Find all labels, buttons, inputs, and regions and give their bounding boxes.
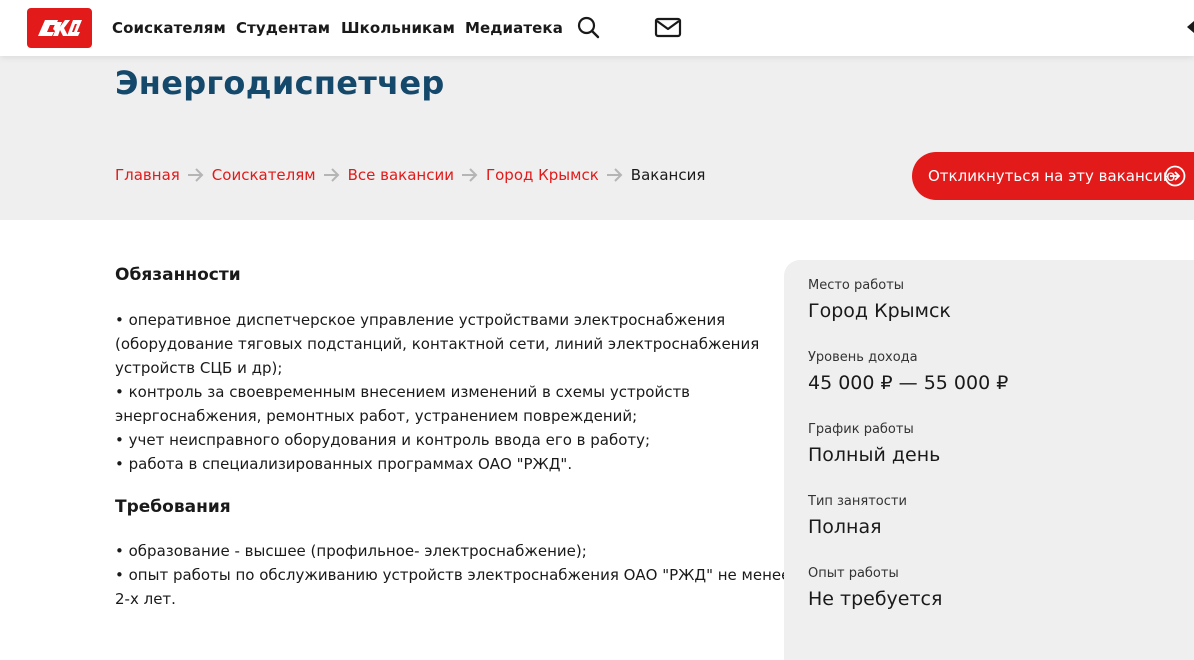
breadcrumb-link-all-vacancies[interactable]: Все вакансии — [348, 166, 454, 184]
info-value-employment-type: Полная — [808, 516, 882, 538]
mail-icon[interactable] — [654, 15, 682, 41]
breadcrumb-link-home[interactable]: Главная — [115, 166, 180, 184]
breadcrumb-current: Вакансия — [630, 166, 706, 184]
duties-line: • работа в специализированных программах… — [115, 455, 573, 473]
info-value-experience: Не требуется — [808, 588, 943, 610]
requirements-text: • образование - высшее (профильное- элек… — [115, 539, 791, 611]
info-label-schedule: График работы — [808, 422, 914, 437]
duties-line: устройств СЦБ и др); — [115, 359, 283, 377]
nav-item-students[interactable]: Студентам — [236, 19, 330, 37]
info-value-income: 45 000 ₽ — 55 000 ₽ — [808, 372, 1009, 394]
info-label-workplace: Место работы — [808, 278, 905, 293]
duties-line: • оперативное диспетчерское управление у… — [115, 311, 726, 329]
duties-text: • оперативное диспетчерское управление у… — [115, 308, 760, 476]
info-value-schedule: Полный день — [808, 444, 941, 466]
requirements-heading: Требования — [115, 497, 231, 517]
info-label-income: Уровень дохода — [808, 350, 918, 365]
duties-line: (оборудование тяговых подстанций, контак… — [115, 335, 760, 353]
vacancy-info-card: Место работы Город Крымск Уровень дохода… — [784, 260, 1194, 660]
chevron-left-icon[interactable] — [1186, 18, 1194, 36]
arrow-right-icon — [187, 168, 204, 182]
arrow-right-icon — [606, 168, 623, 182]
breadcrumb: Главная Соискателям Все вакансии Город К… — [115, 166, 705, 184]
rzd-logo-mark — [37, 20, 82, 36]
duties-line: • учет неисправного оборудования и контр… — [115, 431, 651, 449]
info-label-experience: Опыт работы — [808, 566, 899, 581]
nav-item-applicants[interactable]: Соискателям — [112, 19, 226, 37]
requirements-line: • образование - высшее (профильное- элек… — [115, 542, 587, 560]
top-navigation-bar: Соискателям Студентам Школьникам Медиате… — [0, 0, 1194, 56]
arrow-right-icon — [323, 168, 340, 182]
rzd-logo-icon[interactable] — [27, 8, 92, 48]
apply-vacancy-button[interactable]: Откликнуться на эту вакансию — [912, 152, 1194, 200]
nav-item-media[interactable]: Медиатека — [465, 19, 563, 37]
arrow-circle-right-icon — [1164, 165, 1186, 187]
apply-button-label: Откликнуться на эту вакансию — [928, 167, 1176, 185]
duties-line: • контроль за своевременным внесением из… — [115, 383, 691, 401]
breadcrumb-link-applicants[interactable]: Соискателям — [212, 166, 316, 184]
info-label-employment-type: Тип занятости — [808, 494, 907, 509]
info-value-workplace: Город Крымск — [808, 300, 951, 322]
requirements-line: 2-х лет. — [115, 590, 176, 608]
arrow-right-icon — [461, 168, 478, 182]
breadcrumb-link-city[interactable]: Город Крымск — [486, 166, 599, 184]
duties-line: энергоснабжения, ремонтных работ, устран… — [115, 407, 638, 425]
search-icon[interactable] — [576, 15, 602, 41]
nav-item-schoolchildren[interactable]: Школьникам — [341, 19, 455, 37]
page-header-band: Энергодиспетчер Главная Соискателям Все … — [0, 56, 1194, 220]
duties-heading: Обязанности — [115, 265, 241, 285]
requirements-line: • опыт работы по обслуживанию устройств … — [115, 566, 791, 584]
page-title: Энергодиспетчер — [115, 64, 445, 102]
